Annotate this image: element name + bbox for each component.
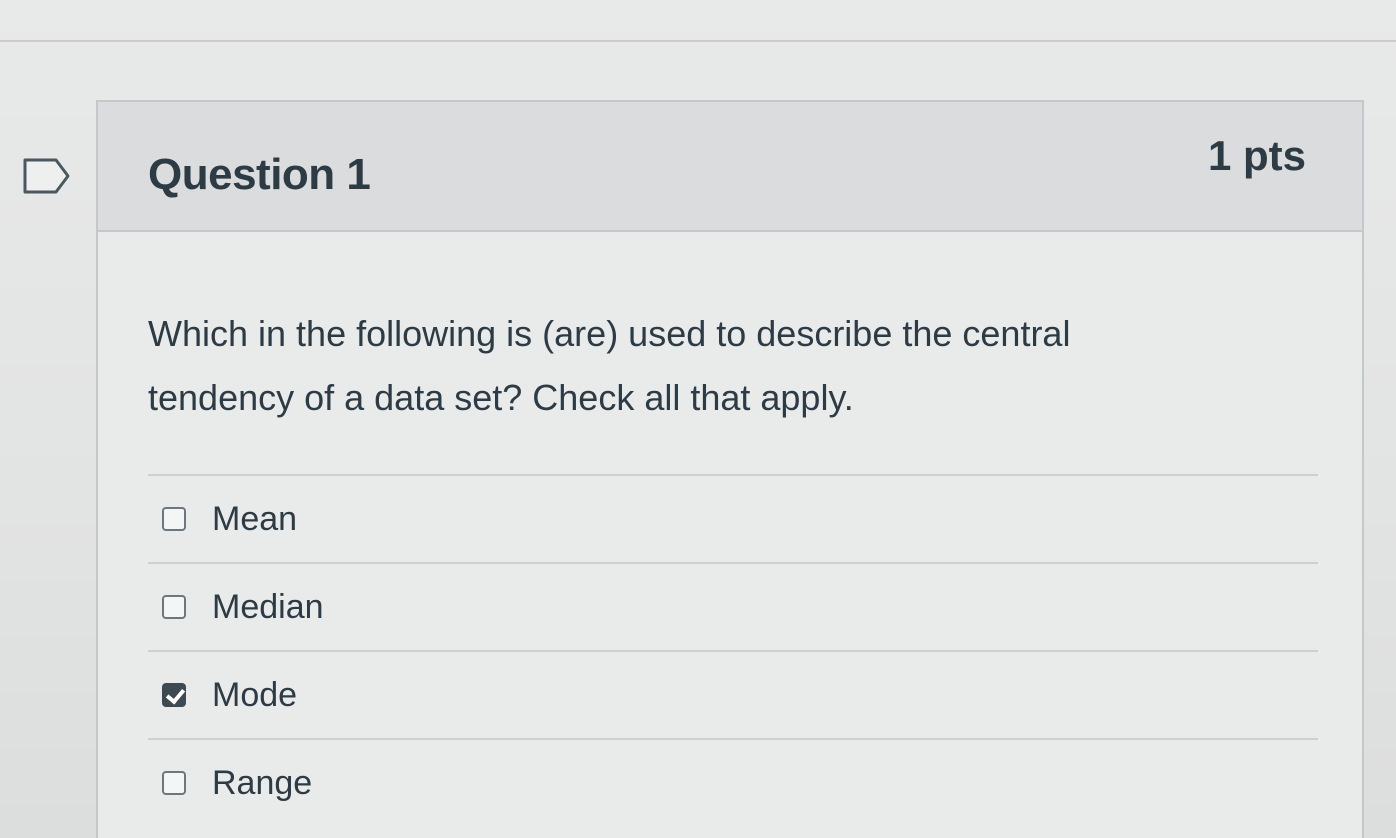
answer-label: Range [212,763,313,802]
answer-option-mode[interactable]: Mode [148,650,1318,738]
question-title: Question 1 [148,150,371,199]
answer-list: Mean Median Mode Range [148,474,1318,826]
answer-option-mean[interactable]: Mean [148,474,1318,562]
quiz-page: Question 1 1 pts Which in the following … [0,0,1396,838]
answer-option-range[interactable]: Range [148,738,1318,826]
answer-label: Mode [212,675,298,714]
answer-checkbox[interactable] [162,507,186,531]
answer-checkbox[interactable] [162,683,186,707]
answer-label: Mean [212,499,298,538]
answer-checkbox[interactable] [162,595,186,619]
question-text: Which in the following is (are) used to … [148,313,1071,418]
flag-question-icon[interactable] [22,156,72,196]
answer-option-median[interactable]: Median [148,562,1318,650]
answer-label: Median [212,587,324,626]
answer-checkbox[interactable] [162,771,186,795]
question-points: 1 pts [1207,132,1306,179]
question-card: Question 1 1 pts Which in the following … [96,100,1364,838]
page-divider [0,40,1396,42]
question-header: Question 1 1 pts [98,102,1362,232]
